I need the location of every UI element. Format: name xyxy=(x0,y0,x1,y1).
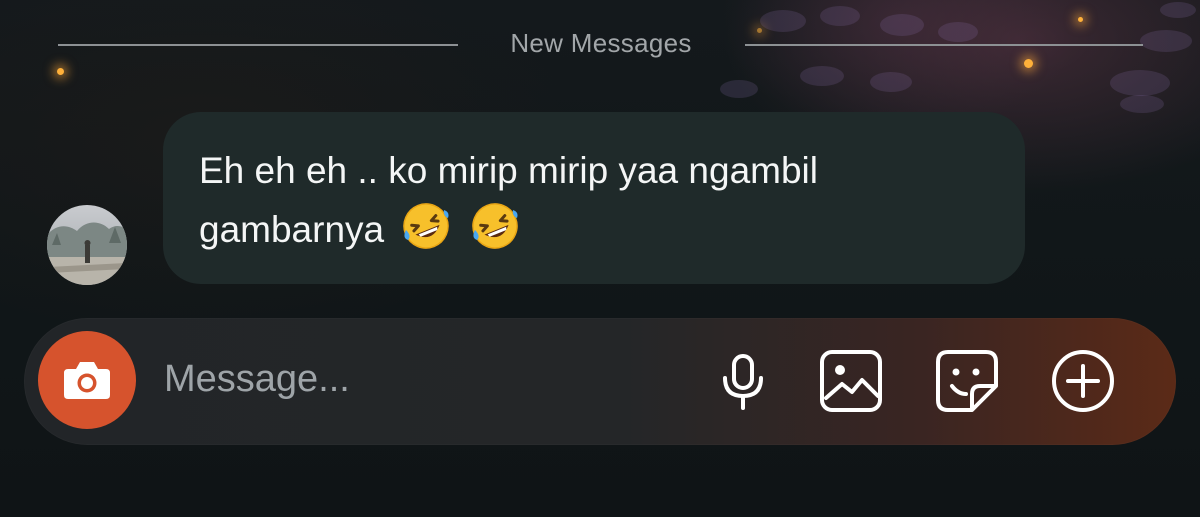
divider-line-right xyxy=(745,44,1143,46)
camera-button[interactable] xyxy=(38,331,136,429)
bokeh-light xyxy=(1078,17,1083,22)
rolling-laughing-emoji-icon xyxy=(471,203,518,249)
microphone-icon[interactable] xyxy=(710,348,776,414)
bokeh-light xyxy=(57,68,64,75)
message-line-2: gambarnya xyxy=(199,200,989,259)
message-line: gambarnya xyxy=(199,209,385,250)
background-spot xyxy=(938,22,978,42)
message-line: Eh eh eh .. ko mirip mirip yaa ngambil xyxy=(199,150,818,191)
sticker-icon[interactable] xyxy=(934,348,1000,414)
bokeh-light xyxy=(1024,59,1033,68)
background-spot xyxy=(800,66,844,86)
image-icon[interactable] xyxy=(818,348,884,414)
background-spot xyxy=(880,14,924,36)
background-spot xyxy=(720,80,758,98)
background-spot xyxy=(870,72,912,92)
bokeh-light xyxy=(757,28,762,33)
message-composer: Message... xyxy=(24,318,1176,445)
plus-circle-icon[interactable] xyxy=(1050,348,1116,414)
background-spot xyxy=(1140,30,1192,52)
camera-icon xyxy=(64,362,110,399)
background-spot xyxy=(1120,95,1164,113)
avatar[interactable] xyxy=(47,205,127,285)
background-spot xyxy=(1160,2,1196,18)
message-input[interactable]: Message... xyxy=(164,358,350,401)
rolling-laughing-emoji-icon xyxy=(403,203,450,249)
message-text: Eh eh eh .. ko mirip mirip yaa ngambil g… xyxy=(199,142,989,259)
message-bubble[interactable]: Eh eh eh .. ko mirip mirip yaa ngambil g… xyxy=(163,112,1025,284)
background-spot xyxy=(760,10,806,32)
divider-line-left xyxy=(58,44,458,46)
new-messages-label: New Messages xyxy=(510,28,692,58)
background-spot xyxy=(1110,70,1170,96)
background-spot xyxy=(820,6,860,26)
